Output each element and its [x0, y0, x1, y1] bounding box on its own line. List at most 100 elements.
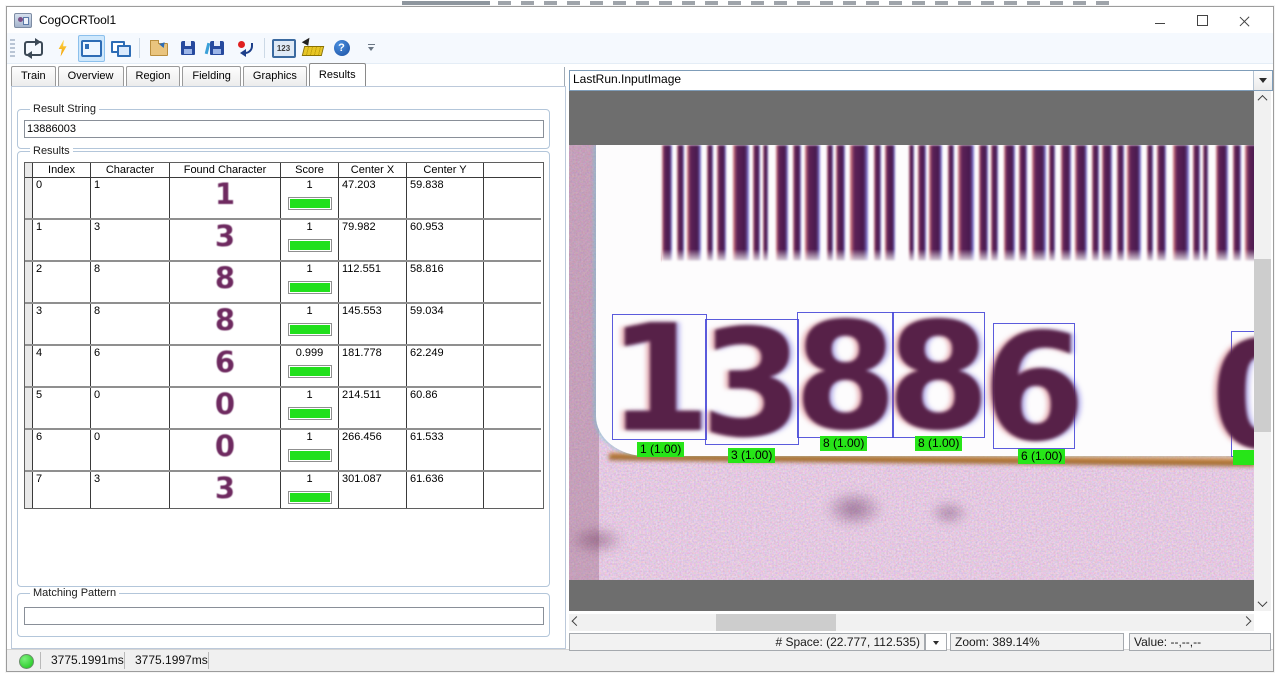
ruler-button[interactable] [299, 35, 326, 62]
score-bar [288, 239, 332, 252]
row-selector[interactable] [25, 303, 33, 345]
table-row[interactable]: 2881112.55158.816 [25, 261, 541, 303]
row-selector[interactable] [25, 178, 33, 220]
cell-character: 3 [91, 219, 170, 261]
status-bar: 3775.1991ms 3775.1997ms [7, 649, 1273, 671]
horizontal-scrollbar[interactable] [569, 614, 1254, 631]
show-image-float-button[interactable] [107, 35, 134, 62]
cell-center-y: 60.86 [407, 387, 484, 429]
app-icon [14, 13, 32, 28]
table-row[interactable]: 011147.20359.838 [25, 178, 541, 220]
scroll-up-button[interactable] [1254, 91, 1271, 106]
cell-character: 0 [91, 387, 170, 429]
scroll-left-button[interactable] [569, 614, 584, 631]
help-icon: ? [334, 40, 350, 56]
space-dropdown-button[interactable] [925, 633, 947, 651]
save-button[interactable] [174, 35, 201, 62]
pixel-value: Value: --,--,-- [1129, 633, 1271, 651]
row-selector[interactable] [25, 429, 33, 471]
open-file-button[interactable] [145, 35, 172, 62]
maximize-button[interactable] [1181, 7, 1223, 33]
matching-pattern-input[interactable] [24, 607, 544, 625]
tab-train[interactable]: Train [11, 66, 56, 86]
tab-region[interactable]: Region [126, 66, 181, 86]
results-groupbox: Results Index Character Found Character … [17, 151, 550, 587]
table-row[interactable]: 6001266.45661.533 [25, 429, 541, 471]
background-artifact-bar [402, 1, 490, 5]
numeric-results-icon: 123 [272, 39, 296, 58]
score-bar [288, 281, 332, 294]
table-row[interactable]: 4660.999181.77862.249 [25, 345, 541, 387]
ocr-box: 8 [892, 312, 985, 438]
score-bar [288, 407, 332, 420]
help-button[interactable]: ? [328, 35, 355, 62]
image-source-combobox[interactable]: LastRun.InputImage [569, 70, 1273, 91]
scroll-right-button[interactable] [1239, 614, 1254, 631]
ocr-digit: 6 [983, 310, 1086, 462]
monitor-icon [81, 40, 102, 57]
cell-center-y: 58.816 [407, 261, 484, 303]
toolbar-grip[interactable] [10, 39, 15, 57]
tab-fielding[interactable]: Fielding [182, 66, 241, 86]
ocr-digit: 8 [887, 299, 990, 451]
save-as-icon [210, 41, 224, 55]
cell-center-y: 59.034 [407, 303, 484, 345]
tab-graphics[interactable]: Graphics [243, 66, 307, 86]
close-button[interactable] [1223, 7, 1265, 33]
table-row[interactable]: 3881145.55359.034 [25, 303, 541, 345]
photo[interactable]: 11 (1.00)33 (1.00)88 (1.00)88 (1.00)66 (… [569, 145, 1254, 580]
cell-filler [484, 219, 542, 261]
scroll-down-button[interactable] [1254, 596, 1271, 611]
cell-filler [484, 345, 542, 387]
row-selector[interactable] [25, 345, 33, 387]
header-filler [484, 163, 542, 178]
cell-filler [484, 471, 542, 509]
background-smudge [824, 490, 884, 528]
show-image-button[interactable] [78, 35, 105, 62]
chevron-down-icon [933, 641, 939, 648]
save-results-button[interactable] [203, 35, 230, 62]
header-found-character: Found Character [170, 163, 281, 178]
toolbar-overflow-button[interactable] [357, 35, 384, 62]
horizontal-scroll-thumb[interactable] [716, 614, 836, 631]
run-once-button[interactable] [49, 35, 76, 62]
barcode-fade [662, 249, 1254, 267]
result-string-input[interactable] [24, 120, 544, 138]
cell-center-x: 214.511 [339, 387, 407, 429]
row-selector[interactable] [25, 261, 33, 303]
lightning-icon [57, 40, 69, 57]
minimize-button[interactable] [1139, 7, 1181, 33]
run-loop-button[interactable] [20, 35, 47, 62]
vertical-scrollbar[interactable] [1254, 91, 1271, 611]
cell-score: 1 [281, 261, 339, 303]
combo-dropdown-button[interactable] [1253, 71, 1272, 90]
cell-score: 1 [281, 387, 339, 429]
row-selector[interactable] [25, 219, 33, 261]
numeric-results-button[interactable]: 123 [270, 35, 297, 62]
table-row[interactable]: 5001214.51160.86 [25, 387, 541, 429]
cell-index: 7 [33, 471, 91, 509]
dual-monitor-icon [111, 41, 131, 56]
ocr-score-label: 3 (1.00) [728, 448, 775, 463]
record-results-button[interactable] [232, 35, 259, 62]
ocr-box: 6 [993, 323, 1075, 449]
header-character: Character [91, 163, 170, 178]
header-center-y: Center Y [407, 163, 484, 178]
vertical-scroll-thumb[interactable] [1254, 259, 1271, 432]
title-bar[interactable]: CogOCRTool1 [7, 7, 1273, 33]
maximize-icon [1197, 15, 1208, 26]
table-row[interactable]: 7331301.08761.636 [25, 471, 541, 509]
row-selector[interactable] [25, 471, 33, 509]
results-table[interactable]: Index Character Found Character Score Ce… [24, 162, 544, 509]
row-selector[interactable] [25, 387, 33, 429]
image-viewport[interactable]: 11 (1.00)33 (1.00)88 (1.00)88 (1.00)66 (… [569, 91, 1254, 611]
cell-found-character: 0 [170, 387, 281, 429]
tab-overview[interactable]: Overview [58, 66, 124, 86]
tab-results[interactable]: Results [309, 63, 366, 86]
status-separator [124, 652, 125, 669]
image-source-value: LastRun.InputImage [570, 71, 1253, 90]
table-row[interactable]: 133179.98260.953 [25, 219, 541, 261]
cell-center-x: 266.456 [339, 429, 407, 471]
cell-filler [484, 429, 542, 471]
header-center-x: Center X [339, 163, 407, 178]
